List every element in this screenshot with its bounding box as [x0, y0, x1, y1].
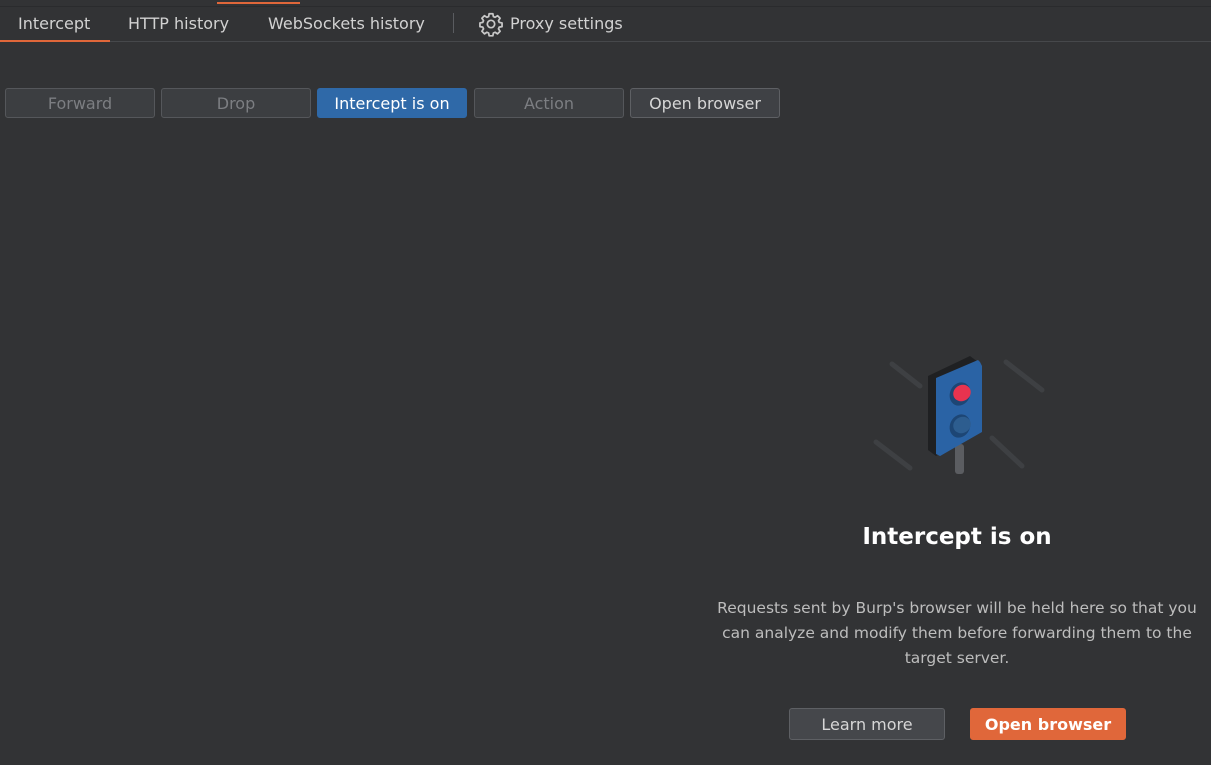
forward-button[interactable]: Forward: [5, 88, 155, 118]
action-button[interactable]: Action: [474, 88, 624, 118]
gear-icon[interactable]: [478, 11, 504, 37]
tab-websockets-history[interactable]: WebSockets history: [268, 7, 425, 41]
traffic-light-icon: [873, 356, 1045, 474]
proxy-tab-bar: Intercept HTTP history WebSockets histor…: [0, 7, 1211, 42]
open-browser-button[interactable]: Open browser: [970, 708, 1126, 740]
empty-state-title: Intercept is on: [862, 524, 1052, 550]
intercept-toggle-button[interactable]: Intercept is on: [317, 88, 467, 118]
tab-proxy-settings[interactable]: Proxy settings: [510, 7, 623, 41]
tab-intercept[interactable]: Intercept: [0, 7, 111, 42]
tab-http-history[interactable]: HTTP history: [128, 7, 229, 41]
empty-state-description: Requests sent by Burp's browser will be …: [717, 599, 1197, 667]
tab-separator: [453, 13, 454, 33]
open-browser-toolbar-button[interactable]: Open browser: [630, 88, 780, 118]
drop-button[interactable]: Drop: [161, 88, 311, 118]
parent-tab-indicator: [217, 2, 300, 4]
learn-more-button[interactable]: Learn more: [789, 708, 945, 740]
proxy-panel: Intercept HTTP history WebSockets histor…: [0, 0, 1211, 765]
